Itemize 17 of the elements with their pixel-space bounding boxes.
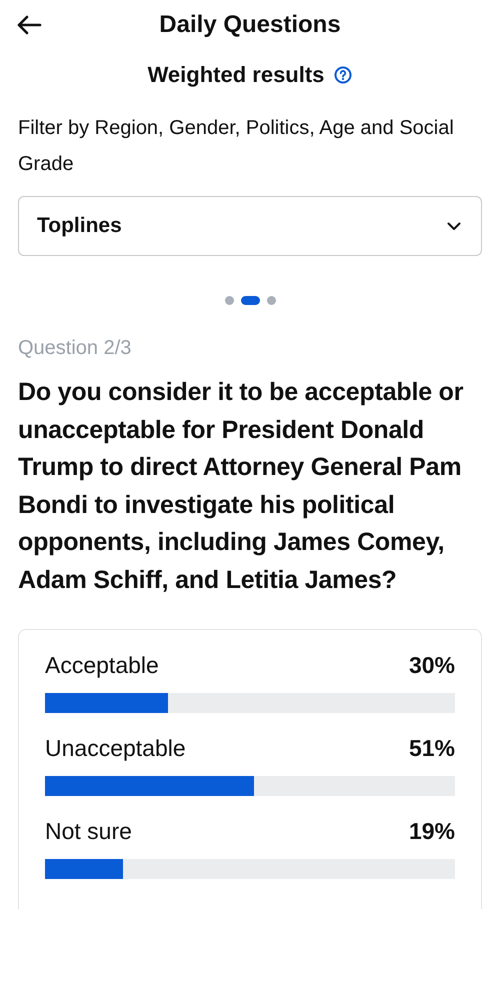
chevron-down-icon (447, 222, 461, 230)
question-text: Do you consider it to be acceptable or unacceptable for President Donald Trump to direct Attorney General Pam Bondi to investigate his political opponents, including James Comey, Adam Schiff, and Letitia James? (18, 377, 464, 596)
answer-label: Not sure (45, 818, 132, 845)
answer-percentage: 19% (408, 818, 455, 845)
filter-description: Filter by Region, Gender, Politics, Age and Social Grade (18, 116, 455, 177)
page-indicator-dot[interactable] (224, 296, 234, 305)
answer-percentage: 30% (408, 652, 455, 679)
answer-percentage: 51% (408, 735, 455, 762)
answer-label: Unacceptable (45, 735, 186, 762)
page-indicator-dot[interactable] (266, 296, 276, 305)
help-icon[interactable] (334, 66, 352, 84)
page-title: Daily Questions (159, 11, 341, 39)
section-title: Weighted results (148, 62, 324, 88)
filter-dropdown[interactable]: Toplines (18, 196, 482, 256)
answer-label: Acceptable (45, 652, 159, 679)
back-arrow-icon (16, 15, 42, 35)
question-number: Question 2/3 (18, 337, 132, 360)
